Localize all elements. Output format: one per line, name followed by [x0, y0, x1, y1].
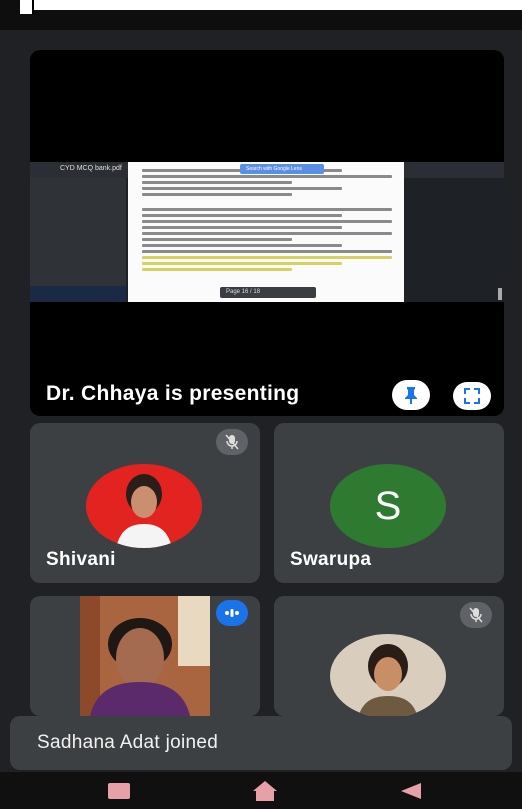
pdf-highlighted-line [142, 256, 392, 259]
pin-button[interactable] [392, 380, 430, 410]
muted-indicator [216, 429, 248, 455]
avatar-photo [116, 474, 172, 548]
participant-tile-swarupa[interactable]: S Swarupa [274, 423, 504, 583]
top-banner [30, 0, 522, 10]
navigation-bar [0, 772, 522, 809]
notification-text: Sadhana Adat joined [37, 732, 219, 753]
pdf-line [142, 187, 342, 190]
back-icon [401, 783, 421, 799]
home-button[interactable] [252, 780, 278, 807]
pdf-sidebar-panel [30, 286, 126, 302]
join-notification: Sadhana Adat joined [10, 716, 512, 770]
top-banner-edge [20, 0, 34, 14]
pdf-line [142, 238, 292, 241]
pdf-text-lines [142, 166, 392, 274]
presenter-label: Dr. Chhaya is presenting [46, 382, 300, 405]
pdf-sidebar [30, 178, 126, 302]
pdf-line [142, 175, 392, 178]
audio-level-icon [225, 609, 239, 617]
mic-off-icon [469, 607, 483, 623]
pdf-line [142, 226, 342, 229]
pdf-right-panel [406, 178, 504, 302]
participant-tile-video[interactable] [30, 596, 260, 716]
avatar [86, 464, 202, 548]
mic-off-icon [225, 434, 239, 450]
speaking-indicator [216, 600, 248, 626]
pdf-line [142, 232, 392, 235]
fullscreen-button[interactable] [453, 382, 491, 410]
avatar: S [330, 464, 446, 548]
pin-icon [405, 387, 417, 404]
participant-tile-shivani[interactable]: Shivani [30, 423, 260, 583]
participant-name: Swarupa [290, 549, 372, 570]
pdf-line [142, 193, 292, 196]
presentation-tile[interactable]: CYD MCQ bank.pdf Page 16 / 18 Search wit… [30, 50, 504, 416]
pdf-scrollbar [498, 288, 502, 300]
avatar-photo [358, 644, 418, 716]
pdf-line [142, 220, 392, 223]
video-frame [80, 596, 210, 716]
top-bar [0, 0, 522, 30]
google-lens-chip: Search with Google Lens [240, 164, 324, 174]
pdf-line [142, 208, 392, 211]
pdf-line [142, 214, 342, 217]
pdf-highlighted-line [142, 262, 342, 265]
pdf-highlighted-line [142, 268, 292, 271]
shared-screen: CYD MCQ bank.pdf Page 16 / 18 Search wit… [30, 162, 504, 302]
pdf-title: CYD MCQ bank.pdf [60, 165, 122, 172]
pdf-line [142, 244, 342, 247]
participant-tile-4[interactable] [274, 596, 504, 716]
fullscreen-icon [464, 388, 480, 404]
avatar [330, 634, 446, 716]
participant-name: Shivani [46, 549, 116, 570]
pdf-page-indicator: Page 16 / 18 [226, 289, 261, 295]
recent-apps-icon[interactable] [108, 783, 130, 799]
home-icon [253, 781, 277, 801]
pdf-line [142, 250, 392, 253]
pdf-line [142, 181, 292, 184]
back-button[interactable] [400, 782, 422, 805]
muted-indicator [460, 602, 492, 628]
pdf-page-toolbar: Page 16 / 18 [220, 287, 316, 298]
avatar-initial: S [374, 483, 402, 528]
participant-video [80, 596, 210, 716]
pdf-page: Page 16 / 18 [128, 162, 404, 302]
